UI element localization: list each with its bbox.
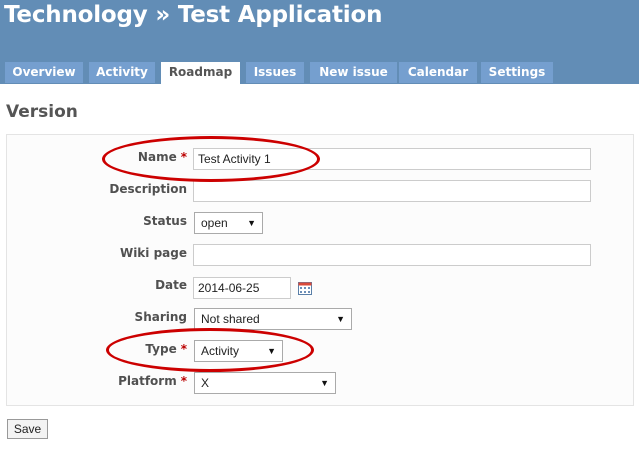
project-title: Technology » Test Application — [4, 2, 383, 28]
name-label-text: Name — [137, 150, 177, 164]
tab-new-issue[interactable]: New issue — [310, 62, 397, 83]
status-value: open — [201, 216, 228, 230]
platform-select[interactable]: X ▼ — [194, 372, 336, 394]
status-select[interactable]: open ▼ — [194, 212, 263, 234]
type-select[interactable]: Activity ▼ — [194, 340, 283, 362]
page-title: Version — [6, 102, 78, 122]
version-form-box — [6, 134, 634, 406]
type-value: Activity — [201, 344, 240, 358]
date-field[interactable]: 2014-06-25 — [193, 277, 291, 299]
required-marker: * — [180, 374, 187, 388]
name-label: Name * — [138, 150, 187, 164]
type-label-text: Type — [145, 342, 177, 356]
tab-overview[interactable]: Overview — [5, 62, 83, 83]
status-label: Status — [143, 214, 187, 228]
chevron-down-icon: ▼ — [336, 314, 345, 324]
required-marker: * — [180, 150, 187, 164]
chevron-down-icon: ▼ — [267, 346, 276, 356]
sharing-select[interactable]: Not shared ▼ — [194, 308, 352, 330]
platform-value: X — [201, 376, 210, 390]
sharing-label: Sharing — [134, 310, 187, 324]
header-bar: Technology » Test Application — [0, 0, 639, 62]
tab-issues[interactable]: Issues — [246, 62, 304, 83]
calendar-icon[interactable] — [298, 282, 312, 295]
name-field[interactable]: Test Activity 1 — [193, 148, 591, 170]
platform-label: Platform * — [118, 374, 187, 388]
save-button[interactable]: Save — [7, 419, 48, 439]
description-label: Description — [109, 182, 187, 196]
chevron-down-icon: ▼ — [247, 218, 256, 228]
required-marker: * — [180, 342, 187, 356]
platform-label-text: Platform — [118, 374, 177, 388]
chevron-down-icon: ▼ — [320, 378, 329, 388]
tab-settings[interactable]: Settings — [481, 62, 553, 83]
wiki-page-field[interactable] — [193, 244, 591, 266]
sharing-value: Not shared — [201, 312, 260, 326]
description-field[interactable] — [193, 180, 591, 202]
tab-calendar[interactable]: Calendar — [399, 62, 477, 83]
wiki-page-label: Wiki page — [119, 246, 187, 260]
main-menu: Overview Activity Roadmap Issues New iss… — [0, 62, 639, 84]
type-label: Type * — [145, 342, 187, 356]
date-label: Date — [155, 278, 187, 292]
tab-activity[interactable]: Activity — [89, 62, 155, 83]
tab-roadmap[interactable]: Roadmap — [161, 62, 240, 84]
